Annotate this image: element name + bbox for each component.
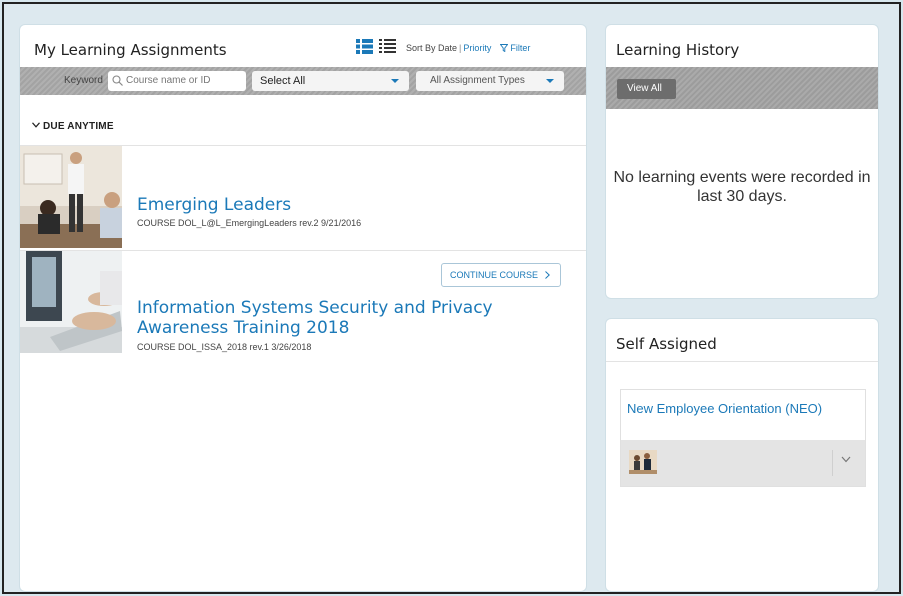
list-view-icon[interactable]: [356, 39, 373, 54]
course-thumbnail[interactable]: [20, 251, 122, 353]
course-meta: COURSE DOL_L@L_EmergingLeaders rev.2 9/2…: [137, 218, 362, 228]
chevron-down-icon: [32, 122, 40, 128]
sort-by-date-link[interactable]: Sort By Date: [406, 43, 457, 53]
continue-course-label: CONTINUE COURSE: [450, 270, 539, 280]
search-icon: [112, 75, 123, 86]
compact-view-icon[interactable]: [379, 39, 396, 54]
history-toolbar: View All: [606, 67, 878, 109]
divider: [606, 361, 878, 362]
panel-title: Learning History: [616, 41, 740, 59]
filter-button[interactable]: Filter: [499, 43, 531, 53]
panel-title: Self Assigned: [616, 335, 717, 353]
status-select[interactable]: Select All: [252, 71, 409, 91]
search-placeholder: Course name or ID: [126, 75, 211, 86]
chevron-down-icon: [546, 79, 554, 83]
continue-course-button[interactable]: CONTINUE COURSE: [441, 263, 561, 287]
self-assigned-item-link[interactable]: New Employee Orientation (NEO): [627, 400, 827, 418]
empty-message: No learning events were recorded in last…: [613, 169, 871, 205]
chevron-down-icon[interactable]: [841, 456, 851, 463]
learning-history-panel: Learning History View All No learning ev…: [605, 24, 879, 299]
filter-icon: [499, 44, 509, 53]
course-thumbnail[interactable]: [20, 146, 122, 248]
my-learning-assignments-panel: My Learning Assignments Sort By Date | Pri…: [19, 24, 587, 592]
course-title-link[interactable]: Emerging Leaders: [137, 195, 291, 215]
assignment-types-select[interactable]: All Assignment Types: [416, 71, 564, 91]
assignment-toolbar: Keyword Course name or ID Select All All…: [20, 67, 586, 95]
panel-title: My Learning Assignments: [34, 41, 227, 59]
assignment-types-value: All Assignment Types: [430, 75, 525, 86]
search-input[interactable]: Course name or ID: [108, 71, 246, 91]
self-assigned-panel: Self Assigned New Employee Orientation (…: [605, 318, 879, 592]
sort-priority-link[interactable]: Priority: [463, 43, 491, 53]
chevron-down-icon: [391, 79, 399, 83]
chevron-right-icon: [544, 271, 550, 279]
sort-controls: Sort By Date | Priority Filter: [406, 43, 531, 53]
view-toggle: [356, 39, 396, 54]
view-all-button[interactable]: View All: [617, 79, 676, 99]
course-title-link[interactable]: Information Systems Security and Privacy…: [137, 298, 537, 338]
filter-label: Filter: [510, 43, 531, 53]
keyword-label: Keyword: [64, 75, 103, 86]
course-meta: COURSE DOL_ISSA_2018 rev.1 3/26/2018: [137, 342, 312, 352]
divider: [832, 450, 833, 476]
course-thumbnail[interactable]: [629, 450, 657, 474]
card-footer: [621, 440, 865, 486]
app-frame: My Learning Assignments Sort By Date | Pri…: [2, 2, 901, 594]
due-anytime-toggle[interactable]: DUE ANYTIME: [32, 121, 114, 132]
status-select-value: Select All: [260, 75, 306, 87]
due-anytime-label: DUE ANYTIME: [42, 121, 114, 132]
self-assigned-card: New Employee Orientation (NEO): [620, 389, 866, 487]
